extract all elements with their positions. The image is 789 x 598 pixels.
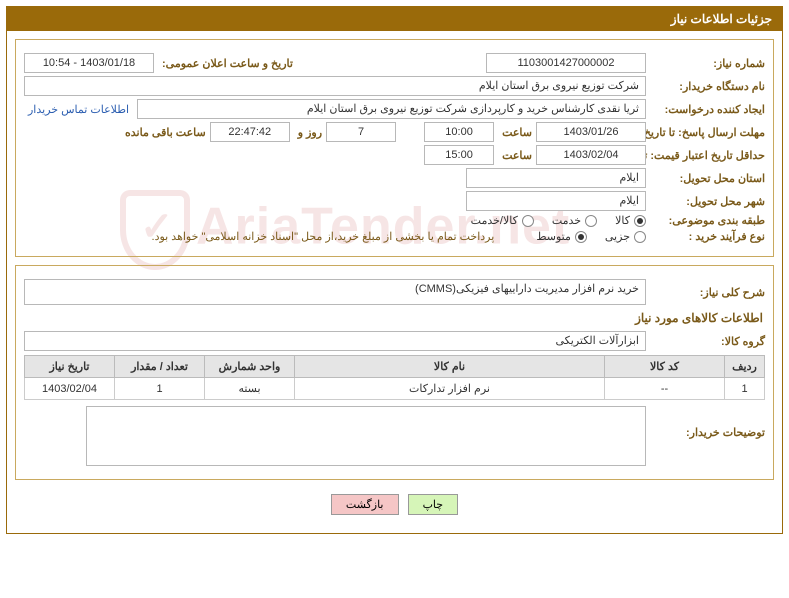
cell-code: -- (605, 378, 725, 400)
goods-table: ردیف کد کالا نام کالا واحد شمارش تعداد /… (24, 355, 765, 400)
buyer-contact-link[interactable]: اطلاعات تماس خریدار (24, 103, 133, 116)
radio-icon (634, 231, 646, 243)
delivery-province-label: استان محل تحویل: (650, 172, 765, 185)
need-number-label: شماره نیاز: (650, 57, 765, 70)
delivery-city-value: ایلام (466, 191, 646, 211)
main-fieldset: شماره نیاز: 1103001427000002 تاریخ و ساع… (15, 39, 774, 257)
category-goods-service-text: کالا/خدمت (471, 214, 518, 227)
general-desc-value: خرید نرم افزار مدیریت داراییهای فیزیکی(C… (24, 279, 646, 305)
category-label: طبقه بندی موضوعی: (650, 214, 765, 227)
process-label: نوع فرآیند خرید : (650, 230, 765, 243)
radio-icon (575, 231, 587, 243)
process-partial-text: جزیی (605, 230, 630, 243)
th-name: نام کالا (295, 356, 605, 378)
response-deadline-label: مهلت ارسال پاسخ: تا تاریخ: (650, 126, 765, 139)
back-button[interactable]: بازگشت (331, 494, 399, 515)
buyer-org-label: نام دستگاه خریدار: (650, 80, 765, 93)
announce-datetime-value: 1403/01/18 - 10:54 (24, 53, 154, 73)
creator-label: ایجاد کننده درخواست: (650, 103, 765, 116)
days-and-label: روز و (294, 126, 322, 139)
delivery-city-label: شهر محل تحویل: (650, 195, 765, 208)
goods-group-value: ابزارآلات الکتریکی (24, 331, 646, 351)
creator-value: ثریا نقدی کارشناس خرید و کارپردازی شرکت … (137, 99, 646, 119)
price-validity-time-value: 15:00 (424, 145, 494, 165)
process-medium-radio[interactable]: متوسط (536, 230, 587, 243)
category-goods-text: کالا (615, 214, 630, 227)
th-row: ردیف (725, 356, 765, 378)
th-unit: واحد شمارش (205, 356, 295, 378)
radio-icon (585, 215, 597, 227)
process-partial-radio[interactable]: جزیی (605, 230, 646, 243)
buyer-notes-label: توضیحات خریدار: (650, 406, 765, 439)
delivery-province-value: ایلام (466, 168, 646, 188)
process-medium-text: متوسط (536, 230, 571, 243)
cell-qty: 1 (115, 378, 205, 400)
hour-label-2: ساعت (498, 149, 532, 162)
price-validity-label: حداقل تاریخ اعتبار قیمت: تا تاریخ: (650, 149, 765, 162)
print-button[interactable]: چاپ (408, 494, 459, 515)
need-number-value: 1103001427000002 (486, 53, 646, 73)
hour-label-1: ساعت (498, 126, 532, 139)
cell-row: 1 (725, 378, 765, 400)
cell-name: نرم افزار تدارکات (295, 378, 605, 400)
response-time-value: 10:00 (424, 122, 494, 142)
th-qty: تعداد / مقدار (115, 356, 205, 378)
category-service-radio[interactable]: خدمت (552, 214, 597, 227)
payment-note: پرداخت تمام یا بخشی از مبلغ خرید،از محل … (152, 230, 495, 243)
details-fieldset: شرح کلی نیاز: خرید نرم افزار مدیریت دارا… (15, 265, 774, 480)
goods-group-label: گروه کالا: (650, 335, 765, 348)
price-validity-date-value: 1403/02/04 (536, 145, 646, 165)
cell-date: 1403/02/04 (25, 378, 115, 400)
buyer-org-value: شرکت توزیع نیروی برق استان ایلام (24, 76, 646, 96)
table-row: 1 -- نرم افزار تدارکات بسته 1 1403/02/04 (25, 378, 765, 400)
radio-icon (522, 215, 534, 227)
days-remaining-value: 7 (326, 122, 396, 142)
th-code: کد کالا (605, 356, 725, 378)
th-date: تاریخ نیاز (25, 356, 115, 378)
time-remaining-label: ساعت باقی مانده (121, 126, 206, 139)
panel-title: جزئیات اطلاعات نیاز (7, 7, 782, 31)
general-desc-label: شرح کلی نیاز: (650, 286, 765, 299)
category-goods-radio[interactable]: کالا (615, 214, 646, 227)
response-date-value: 1403/01/26 (536, 122, 646, 142)
countdown-value: 22:47:42 (210, 122, 290, 142)
details-panel: جزئیات اطلاعات نیاز شماره نیاز: 11030014… (6, 6, 783, 534)
category-goods-service-radio[interactable]: کالا/خدمت (471, 214, 534, 227)
cell-unit: بسته (205, 378, 295, 400)
category-service-text: خدمت (552, 214, 581, 227)
announce-datetime-label: تاریخ و ساعت اعلان عمومی: (158, 57, 293, 70)
radio-icon (634, 215, 646, 227)
buyer-notes-field[interactable] (86, 406, 646, 466)
goods-info-title: اطلاعات کالاهای مورد نیاز (26, 311, 763, 325)
button-bar: چاپ بازگشت (15, 488, 774, 525)
